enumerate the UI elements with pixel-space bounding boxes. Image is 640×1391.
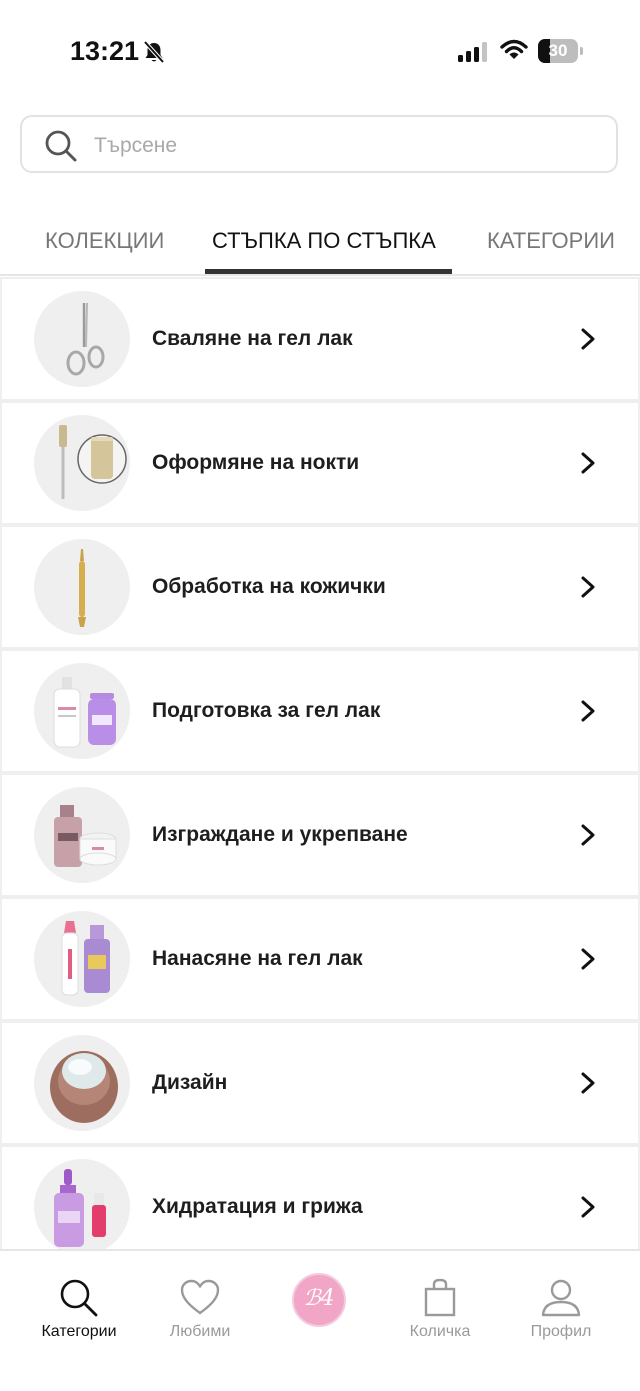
list-item[interactable]: Подготовка за гел лак: [2, 651, 638, 771]
list-item-label: Обработка на кожички: [152, 575, 386, 598]
tab-categories[interactable]: КАТЕГОРИИ: [487, 228, 615, 254]
prep-liquids-icon: [34, 663, 130, 759]
tab-step-by-step[interactable]: СТЪПКА ПО СТЪПКА: [212, 228, 436, 254]
design-jar-icon: [34, 1035, 130, 1131]
search-icon: [45, 130, 77, 162]
shopping-bag-icon: [424, 1278, 456, 1317]
builder-gel-icon: [34, 787, 130, 883]
chevron-right-icon: [581, 576, 595, 598]
chevron-right-icon: [581, 948, 595, 970]
wifi-icon: [500, 39, 528, 66]
bottom-navigation: Категории Любими ℬ4 Количка Профил: [0, 1249, 640, 1391]
cellular-signal-icon: [458, 42, 490, 67]
nav-label: Профил: [530, 1323, 592, 1340]
nav-label: Категории: [41, 1323, 117, 1340]
list-item[interactable]: Оформяне на нокти: [2, 403, 638, 523]
nav-cart[interactable]: Количка: [380, 1277, 500, 1341]
nav-label: Количка: [409, 1323, 471, 1340]
list-item-label: Изграждане и укрепване: [152, 823, 408, 846]
list-item[interactable]: Дизайн: [2, 1023, 638, 1143]
active-tab-indicator: [205, 269, 452, 274]
user-icon: [541, 1279, 581, 1317]
nav-label: Любими: [169, 1323, 231, 1340]
nav-profile[interactable]: Профил: [501, 1277, 621, 1341]
nail-file-bits-icon: [34, 415, 130, 511]
step-list: Сваляне на гел лак Оформяне на нокти Обр…: [0, 277, 640, 1249]
list-item-label: Дизайн: [152, 1071, 228, 1094]
list-item[interactable]: Хидратация и грижа: [2, 1147, 638, 1249]
brand-logo-icon: ℬ4: [303, 1286, 335, 1311]
tab-bar: КОЛЕКЦИИ СТЪПКА ПО СТЪПКА КАТЕГОРИИ: [0, 210, 640, 276]
list-item-label: Хидратация и грижа: [152, 1195, 363, 1218]
chevron-right-icon: [581, 1072, 595, 1094]
chevron-right-icon: [581, 1196, 595, 1218]
status-time: 13:21: [70, 36, 140, 66]
chevron-right-icon: [581, 824, 595, 846]
chevron-right-icon: [581, 452, 595, 474]
search-bar[interactable]: [20, 115, 618, 173]
search-icon: [60, 1279, 98, 1317]
battery-percent: 30: [548, 41, 568, 60]
tab-collections[interactable]: КОЛЕКЦИИ: [45, 228, 164, 254]
care-oil-icon: [34, 1159, 130, 1249]
scissors-icon: [34, 291, 130, 387]
nav-favorites[interactable]: Любими: [140, 1277, 260, 1341]
status-bar: 13:21 30: [0, 0, 640, 100]
list-item-label: Сваляне на гел лак: [152, 327, 353, 350]
nav-categories[interactable]: Категории: [19, 1277, 139, 1341]
chevron-right-icon: [581, 700, 595, 722]
search-input[interactable]: [92, 129, 596, 163]
brand-logo-button[interactable]: ℬ4: [292, 1273, 346, 1327]
list-item[interactable]: Сваляне на гел лак: [2, 279, 638, 399]
cuticle-pusher-icon: [34, 539, 130, 635]
bell-muted-icon: [143, 40, 165, 69]
list-item[interactable]: Обработка на кожички: [2, 527, 638, 647]
gel-polish-icon: [34, 911, 130, 1007]
chevron-right-icon: [581, 328, 595, 350]
list-item-label: Оформяне на нокти: [152, 451, 360, 474]
battery-indicator: 30: [538, 39, 584, 63]
list-item[interactable]: Изграждане и укрепване: [2, 775, 638, 895]
heart-icon: [180, 1279, 220, 1315]
list-item[interactable]: Нанасяне на гел лак: [2, 899, 638, 1019]
list-item-label: Подготовка за гел лак: [152, 699, 381, 722]
list-item-label: Нанасяне на гел лак: [152, 947, 363, 970]
